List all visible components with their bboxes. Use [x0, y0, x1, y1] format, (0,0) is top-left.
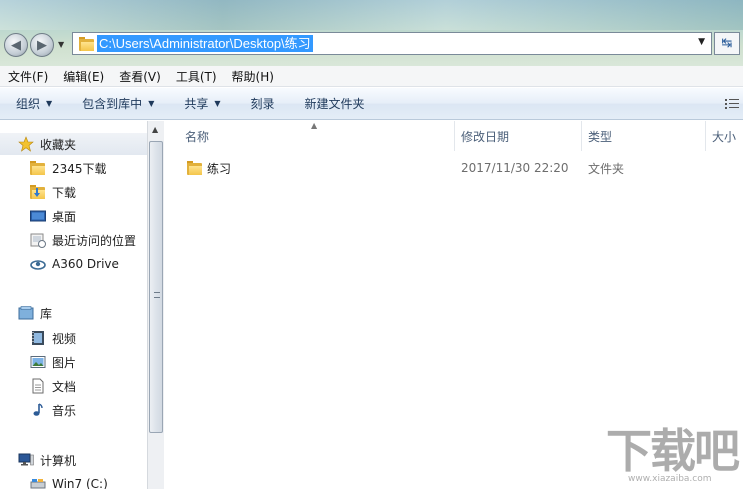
list-item[interactable]: 练习 2017/11/30 22:20 文件夹 [165, 156, 743, 180]
nav-item-label: A360 Drive [52, 257, 119, 271]
back-arrow-icon: ◀ [11, 37, 21, 53]
new-folder-label: 新建文件夹 [304, 97, 365, 111]
nav-item-desktop[interactable]: 桌面 [0, 205, 76, 227]
title-bar: ◀ ▶ ▼ C:\Users\Administrator\Desktop\练习 … [0, 0, 743, 66]
nav-item-videos[interactable]: 视频 [0, 327, 76, 349]
menu-edit[interactable]: 编辑(E) [63, 68, 104, 85]
nav-libraries-label: 库 [40, 306, 53, 321]
column-size-label: 大小 [712, 129, 737, 144]
nav-libraries[interactable]: 库 [0, 302, 52, 324]
include-in-library-label: 包含到库中 [82, 97, 143, 111]
column-size[interactable]: 大小 [706, 121, 743, 151]
watermark-text: 下载吧 [606, 424, 740, 478]
nav-item-music[interactable]: 音乐 [0, 399, 76, 421]
nav-favorites-label: 收藏夹 [40, 137, 77, 152]
nav-item-a360-drive[interactable]: A360 Drive [0, 253, 119, 275]
document-icon [30, 378, 46, 394]
file-type: 文件夹 [588, 161, 625, 176]
star-icon [18, 136, 34, 152]
view-options-icon[interactable] [725, 98, 739, 110]
recent-places-icon [30, 232, 46, 248]
nav-item-recent-places[interactable]: 最近访问的位置 [0, 229, 136, 251]
scrollbar-thumb[interactable] [149, 141, 163, 433]
nav-item-pictures[interactable]: 图片 [0, 351, 76, 373]
refresh-icon: ↹ [721, 36, 733, 51]
nav-item-drive-c[interactable]: Win7 (C:) [0, 473, 108, 489]
nav-favorites[interactable]: 收藏夹 [0, 133, 147, 155]
forward-button[interactable]: ▶ [30, 33, 54, 57]
folder-icon [30, 160, 46, 176]
column-name-label: 名称 [185, 129, 210, 144]
menu-file[interactable]: 文件(F) [8, 68, 48, 85]
library-icon [18, 305, 34, 321]
nav-item-label: 图片 [52, 355, 77, 370]
music-note-icon [30, 402, 46, 418]
menu-view[interactable]: 查看(V) [119, 68, 161, 85]
organize-button[interactable]: 组织 ▼ [16, 95, 52, 112]
file-date-modified: 2017/11/30 22:20 [461, 161, 569, 175]
hard-drive-icon [30, 476, 46, 489]
menu-tools[interactable]: 工具(T) [176, 68, 217, 85]
nav-item-label: Win7 (C:) [52, 477, 108, 489]
command-bar: 组织 ▼ 包含到库中 ▼ 共享 ▼ 刻录 新建文件夹 [0, 88, 743, 120]
column-type-label: 类型 [588, 129, 613, 144]
chevron-down-icon: ▼ [214, 99, 221, 108]
burn-label: 刻录 [250, 97, 275, 111]
column-name[interactable]: 名称 [179, 121, 455, 151]
scroll-up-icon[interactable]: ▲ [152, 125, 158, 134]
nav-item-2345-downloads[interactable]: 2345下载 [0, 157, 107, 179]
organize-label: 组织 [16, 97, 41, 111]
refresh-button[interactable]: ↹ [714, 32, 740, 55]
menu-help[interactable]: 帮助(H) [232, 68, 274, 85]
column-header-row: ▲ 名称 修改日期 类型 大小 [165, 121, 743, 151]
nav-item-label: 2345下载 [52, 161, 107, 176]
chevron-down-icon: ▼ [148, 99, 155, 108]
nav-item-downloads[interactable]: 下载 [0, 181, 76, 203]
share-label: 共享 [184, 97, 209, 111]
a360-drive-icon [30, 256, 46, 272]
share-button[interactable]: 共享 ▼ [184, 95, 220, 112]
nav-item-documents[interactable]: 文档 [0, 375, 76, 397]
column-date-label: 修改日期 [461, 129, 510, 144]
chevron-down-icon: ▼ [46, 99, 53, 108]
nav-item-label: 最近访问的位置 [52, 233, 137, 248]
folder-icon [79, 36, 94, 51]
nav-computer-label: 计算机 [40, 453, 77, 468]
video-icon [30, 330, 46, 346]
navigation-pane: 收藏夹 2345下载 下载 桌面 最近访问的位置 A360 Drive 库 视频… [0, 121, 147, 489]
address-path[interactable]: C:\Users\Administrator\Desktop\练习 [97, 35, 313, 52]
folder-icon [187, 161, 202, 175]
address-dropdown-icon[interactable]: ▼ [698, 37, 705, 47]
computer-icon [18, 452, 34, 468]
menu-bar: 文件(F) 编辑(E) 查看(V) 工具(T) 帮助(H) [0, 66, 743, 87]
desktop-icon [30, 208, 46, 224]
include-in-library-button[interactable]: 包含到库中 ▼ [82, 95, 154, 112]
back-button[interactable]: ◀ [4, 33, 28, 57]
nav-item-label: 视频 [52, 331, 77, 346]
forward-arrow-icon: ▶ [37, 37, 47, 53]
downloads-folder-icon [30, 184, 46, 200]
file-name: 练习 [207, 161, 232, 176]
watermark-url: www.xiazaiba.com [628, 474, 712, 484]
column-date-modified[interactable]: 修改日期 [455, 121, 582, 151]
column-type[interactable]: 类型 [582, 121, 706, 151]
nav-item-label: 音乐 [52, 403, 77, 418]
nav-item-label: 桌面 [52, 209, 77, 224]
burn-button[interactable]: 刻录 [251, 95, 275, 112]
address-bar[interactable]: C:\Users\Administrator\Desktop\练习 ▼ [72, 32, 712, 55]
new-folder-button[interactable]: 新建文件夹 [305, 95, 365, 112]
navigation-scrollbar[interactable]: ▲ [147, 121, 164, 489]
nav-item-label: 文档 [52, 379, 77, 394]
nav-item-label: 下载 [52, 185, 77, 200]
recent-locations-dropdown-icon[interactable]: ▼ [58, 40, 64, 49]
pictures-icon [30, 354, 46, 370]
nav-computer[interactable]: 计算机 [0, 449, 76, 471]
